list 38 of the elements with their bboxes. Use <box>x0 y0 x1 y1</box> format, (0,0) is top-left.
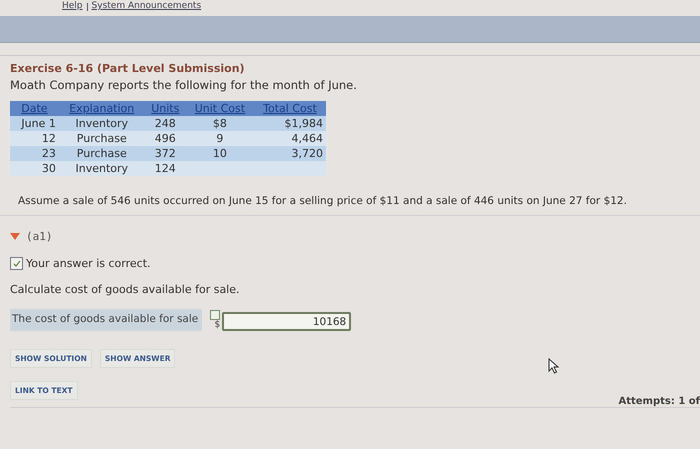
table-cell: 9 <box>186 131 254 146</box>
column-header: Date <box>10 101 59 116</box>
feedback-text: Your answer is correct. <box>26 257 151 270</box>
column-header: Unit Cost <box>186 101 254 116</box>
exercise-title: Exercise 6-16 (Part Level Submission) <box>10 62 246 75</box>
table-cell: $8 <box>186 116 254 131</box>
question-text: Calculate cost of goods available for sale. <box>10 283 241 296</box>
top-link[interactable]: System Announcements <box>92 1 202 12</box>
currency-sign: $ <box>214 320 220 330</box>
small-check-icon <box>210 310 220 320</box>
field-label: The cost of goods available for sale <box>10 309 202 331</box>
mouse-pointer-icon <box>548 358 560 374</box>
table-cell: 10 <box>186 146 254 161</box>
answer-field[interactable]: 10168 <box>222 312 352 331</box>
top-link[interactable]: Help <box>62 1 83 12</box>
table-cell: 30 <box>10 161 59 176</box>
collapse-triangle-icon[interactable] <box>10 233 20 240</box>
column-header: Explanation <box>58 101 145 116</box>
table-cell: Inventory <box>58 116 145 131</box>
table-cell: Purchase <box>58 146 145 161</box>
table-cell: 372 <box>144 146 186 161</box>
table-cell: 12 <box>10 131 59 146</box>
table-cell: Inventory <box>58 161 145 176</box>
assumption-text: Assume a sale of 546 units occurred on June 15 for a selling price of $11 and a sale of 446 units on June 27 for $12. <box>18 195 628 207</box>
table-cell: 23 <box>10 146 59 161</box>
exercise-intro: Moath Company reports the following for the month of June. <box>10 78 358 92</box>
attempts-text: Attempts: 1 of <box>618 396 700 407</box>
table-cell: 496 <box>144 131 186 146</box>
table-cell: Purchase <box>58 131 145 146</box>
table-cell: 124 <box>144 161 186 176</box>
table-cell: 4,464 <box>254 131 326 146</box>
table-cell: June 1 <box>10 116 59 131</box>
column-header: Units <box>144 101 186 116</box>
table-cell: 248 <box>144 116 186 131</box>
table-cell: $1,984 <box>254 116 326 131</box>
column-header: Total Cost <box>254 101 326 116</box>
part-label: (a1) <box>26 230 52 243</box>
table-cell: 3,720 <box>254 146 326 161</box>
